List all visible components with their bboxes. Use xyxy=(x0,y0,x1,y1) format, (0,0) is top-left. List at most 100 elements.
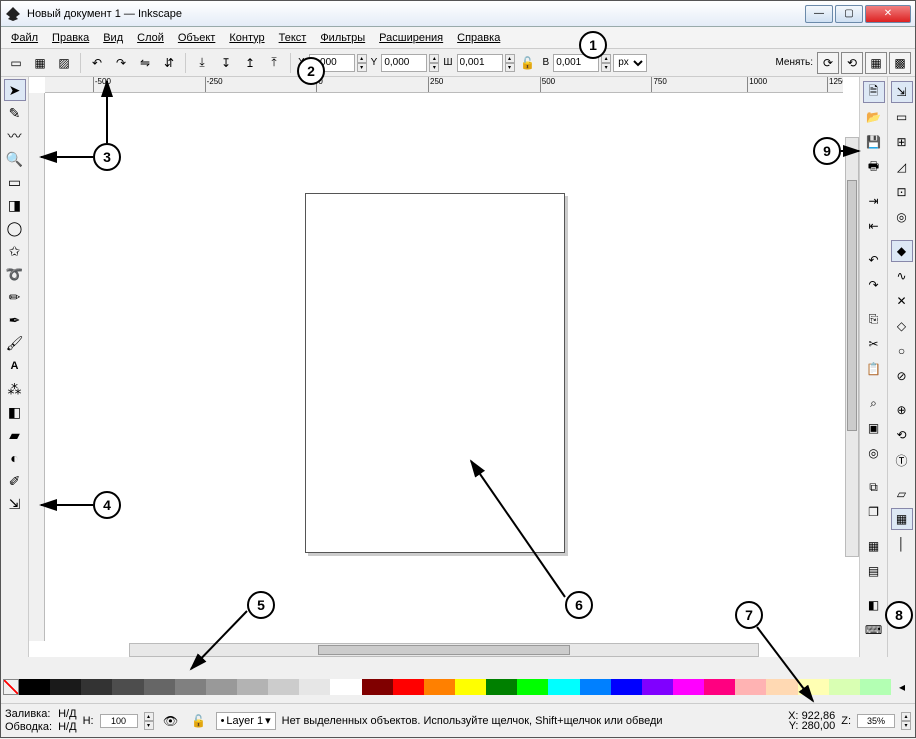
import-icon[interactable]: ⇥ xyxy=(863,190,885,212)
color-swatch[interactable] xyxy=(829,679,860,695)
zoom-fit-icon[interactable]: ⌕ xyxy=(863,392,885,414)
lower-bottom-icon[interactable]: ⤓ xyxy=(191,52,213,74)
stroke-value[interactable]: Н/Д xyxy=(58,721,76,733)
lower-icon[interactable]: ↧ xyxy=(215,52,237,74)
select-all-icon[interactable]: ▭ xyxy=(5,52,27,74)
deselect-icon[interactable]: ▨ xyxy=(53,52,75,74)
color-swatch[interactable] xyxy=(455,679,486,695)
eraser-tool[interactable]: ◧ xyxy=(4,401,26,423)
menu-layer[interactable]: Слой xyxy=(131,30,170,46)
color-swatch[interactable] xyxy=(517,679,548,695)
color-swatch[interactable] xyxy=(144,679,175,695)
close-button[interactable]: ✕ xyxy=(865,5,911,23)
scrollbar-vertical[interactable] xyxy=(845,137,859,557)
color-swatch[interactable] xyxy=(611,679,642,695)
snap-edge-icon[interactable]: ⊞ xyxy=(891,131,913,153)
snap-midpoint-icon[interactable]: ⊡ xyxy=(891,181,913,203)
color-swatch[interactable] xyxy=(486,679,517,695)
color-swatch[interactable] xyxy=(642,679,673,695)
rotate-ccw-icon[interactable]: ↶ xyxy=(86,52,108,74)
ungroup-icon[interactable]: ▤ xyxy=(863,560,885,582)
color-swatch[interactable] xyxy=(81,679,112,695)
menu-edit[interactable]: Правка xyxy=(46,30,95,46)
export-icon[interactable]: ⇤ xyxy=(863,215,885,237)
color-swatch[interactable] xyxy=(206,679,237,695)
copy-icon[interactable]: ⎘ xyxy=(863,308,885,330)
bucket-tool[interactable]: ▰ xyxy=(4,424,26,446)
y-input[interactable] xyxy=(381,54,427,72)
snap-center-icon[interactable]: ◎ xyxy=(891,206,913,228)
color-swatch[interactable] xyxy=(393,679,424,695)
color-swatch[interactable] xyxy=(112,679,143,695)
spiral-tool[interactable]: ➰ xyxy=(4,263,26,285)
menu-help[interactable]: Справка xyxy=(451,30,506,46)
color-swatch[interactable] xyxy=(548,679,579,695)
color-swatch[interactable] xyxy=(362,679,393,695)
flip-v-icon[interactable]: ⇵ xyxy=(158,52,180,74)
snap-path-icon[interactable]: ∿ xyxy=(891,265,913,287)
paste-icon[interactable]: 📋 xyxy=(863,358,885,380)
affect-stroke-icon[interactable]: ⟳ xyxy=(817,52,839,74)
color-swatch[interactable] xyxy=(50,679,81,695)
maximize-button[interactable]: ▢ xyxy=(835,5,863,23)
menu-view[interactable]: Вид xyxy=(97,30,129,46)
fill-stroke-icon[interactable]: ◧ xyxy=(863,594,885,616)
color-swatch[interactable] xyxy=(237,679,268,695)
menu-filters[interactable]: Фильтры xyxy=(314,30,371,46)
color-swatch[interactable] xyxy=(268,679,299,695)
raise-top-icon[interactable]: ⤒ xyxy=(263,52,285,74)
spray-tool[interactable]: ⁂ xyxy=(4,378,26,400)
3dbox-tool[interactable]: ◨ xyxy=(4,194,26,216)
snap-text-icon[interactable]: Ⓣ xyxy=(891,449,913,471)
layer-lock-icon[interactable]: 🔓 xyxy=(188,710,210,732)
ellipse-tool[interactable]: ◯ xyxy=(4,217,26,239)
opacity-input[interactable] xyxy=(100,714,138,728)
undo-icon[interactable]: ↶ xyxy=(863,249,885,271)
flip-h-icon[interactable]: ⇋ xyxy=(134,52,156,74)
rect-tool[interactable]: ▭ xyxy=(4,171,26,193)
color-swatch[interactable] xyxy=(330,679,361,695)
connector-tool[interactable]: ⇲ xyxy=(4,493,26,515)
duplicate-icon[interactable]: ⧉ xyxy=(863,476,885,498)
bezier-tool[interactable]: ✒ xyxy=(4,309,26,331)
clone-icon[interactable]: ❐ xyxy=(863,501,885,523)
zoom-input[interactable] xyxy=(857,714,895,728)
opacity-spinner[interactable]: ▴▾ xyxy=(144,712,154,730)
layer-selector[interactable]: •Layer 1 ▾ xyxy=(216,712,276,730)
layer-visibility-icon[interactable]: 👁 xyxy=(160,710,182,732)
fill-value[interactable]: Н/Д xyxy=(58,708,76,720)
group-icon[interactable]: ▦ xyxy=(863,535,885,557)
h-spinner[interactable]: ▴▾ xyxy=(601,54,611,72)
scrollbar-horizontal[interactable] xyxy=(129,643,759,657)
affect-corners-icon[interactable]: ⟲ xyxy=(841,52,863,74)
affect-gradient-icon[interactable]: ▦ xyxy=(865,52,887,74)
x-spinner[interactable]: ▴▾ xyxy=(357,54,367,72)
menu-file[interactable]: Файл xyxy=(5,30,44,46)
text-tool[interactable]: A xyxy=(4,355,26,377)
cut-icon[interactable]: ✂ xyxy=(863,333,885,355)
gradient-tool[interactable]: ◐ xyxy=(4,447,26,469)
snap-corner-icon[interactable]: ◿ xyxy=(891,156,913,178)
node-tool[interactable]: ✎ xyxy=(4,102,26,124)
color-swatch[interactable] xyxy=(673,679,704,695)
color-swatch[interactable] xyxy=(735,679,766,695)
lock-aspect-icon[interactable]: 🔓 xyxy=(517,52,539,74)
snap-rotation-icon[interactable]: ⟲ xyxy=(891,424,913,446)
minimize-button[interactable]: — xyxy=(805,5,833,23)
y-spinner[interactable]: ▴▾ xyxy=(429,54,439,72)
snap-bbox-icon[interactable]: ▭ xyxy=(891,106,913,128)
ruler-vertical[interactable] xyxy=(29,93,45,641)
print-icon[interactable]: 🖶 xyxy=(863,156,885,178)
color-swatch[interactable] xyxy=(424,679,455,695)
snap-intersect-icon[interactable]: ✕ xyxy=(891,290,913,312)
w-input[interactable] xyxy=(457,54,503,72)
w-spinner[interactable]: ▴▾ xyxy=(505,54,515,72)
color-swatch[interactable] xyxy=(766,679,797,695)
snap-enable-icon[interactable]: ⇲ xyxy=(891,81,913,103)
snap-object-center-icon[interactable]: ⊕ xyxy=(891,399,913,421)
unit-select[interactable]: px xyxy=(613,54,647,72)
menu-text[interactable]: Текст xyxy=(273,30,313,46)
selector-tool[interactable]: ➤ xyxy=(4,79,26,101)
color-swatch[interactable] xyxy=(704,679,735,695)
palette-menu-icon[interactable]: ◂ xyxy=(891,676,913,698)
